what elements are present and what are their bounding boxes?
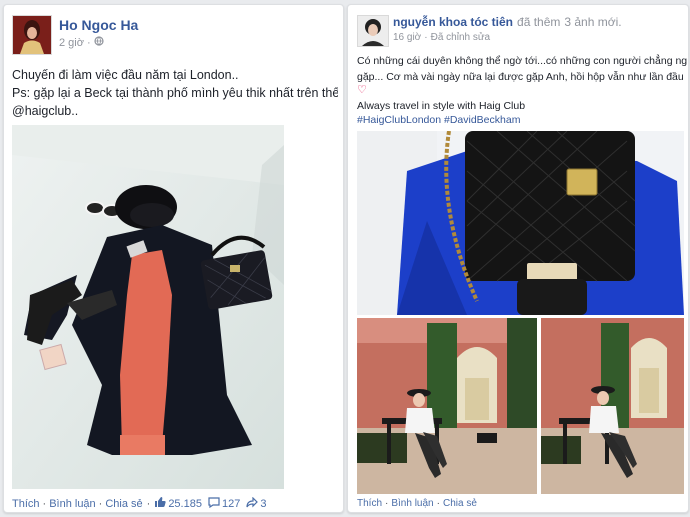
like-count[interactable]: 25.185 [168,498,202,510]
post-photo-bag[interactable] [357,131,684,315]
post-text-line-3: @haigclub.. [12,104,79,118]
post-time[interactable]: 2 giờ [59,37,84,49]
comment-count[interactable]: 127 [222,498,240,510]
avatar[interactable] [357,15,389,47]
post-card-toc-tien: nguyễn khoa tóc tiên đã thêm 3 ảnh mới. … [347,4,689,513]
avatar[interactable] [12,15,52,55]
dot: · [146,497,151,510]
added-text: đã thêm [517,15,561,29]
dot: · [436,498,440,509]
share-link[interactable]: Chia sẻ [105,498,142,510]
post-time[interactable]: 16 giờ [393,32,421,43]
post-text-line-1: Chuyến đi làm việc đầu năm tại London.. [12,68,239,82]
separator: · [424,32,428,43]
comment-link[interactable]: Bình luận [391,498,433,509]
author-name: nguyễn khoa tóc tiên đã thêm 3 ảnh mới. [393,15,622,29]
dot: · [385,498,389,509]
author-link[interactable]: nguyễn khoa tóc tiên [393,15,513,29]
comment-icon [208,496,220,511]
globe-icon [94,36,104,49]
post-footer: Thích · Bình luận · Chia sẻ [357,498,477,509]
share-count[interactable]: 3 [260,498,266,510]
share-icon [246,496,259,511]
post-photo-outfit[interactable] [12,125,284,489]
post-text-line-2: Ps: gặp lại a Beck tại thành phố mình yê… [12,86,338,100]
post-footer: Thích · Bình luận · Chia sẻ · 25.185 127… [12,496,266,511]
post-photo-seated-2[interactable] [541,318,684,494]
comment-link[interactable]: Bình luận [49,498,95,510]
post-photo-seated-1[interactable] [357,318,537,494]
like-link[interactable]: Thích [12,498,40,510]
heart-icon: ♡ [357,84,367,96]
separator: · [86,36,91,49]
post-meta: 2 giờ · [59,36,104,49]
share-link[interactable]: Chia sẻ [443,498,477,509]
post-card-ho-ngoc-ha: Ho Ngoc Ha 2 giờ · Chuyến đi làm việc đầ… [3,4,344,513]
hashtag-links[interactable]: #HaigClubLondon #DavidBeckham [357,112,520,129]
thumbs-up-icon [154,496,166,511]
like-link[interactable]: Thích [357,498,382,509]
edited-link[interactable]: Đã chỉnh sửa [431,32,491,43]
author-name[interactable]: Ho Ngoc Ha [59,17,138,33]
post-text-line-2: gặp... Cơ mà vài ngày nữa lại được gặp A… [357,71,684,83]
post-meta: 16 giờ · Đã chỉnh sửa [393,32,490,43]
dot: · [98,497,103,510]
added-count[interactable]: 3 ảnh mới. [564,15,621,29]
dot: · [42,497,47,510]
post-text-line-1: Có những cái duyên không thể ngờ tới...c… [357,55,687,67]
